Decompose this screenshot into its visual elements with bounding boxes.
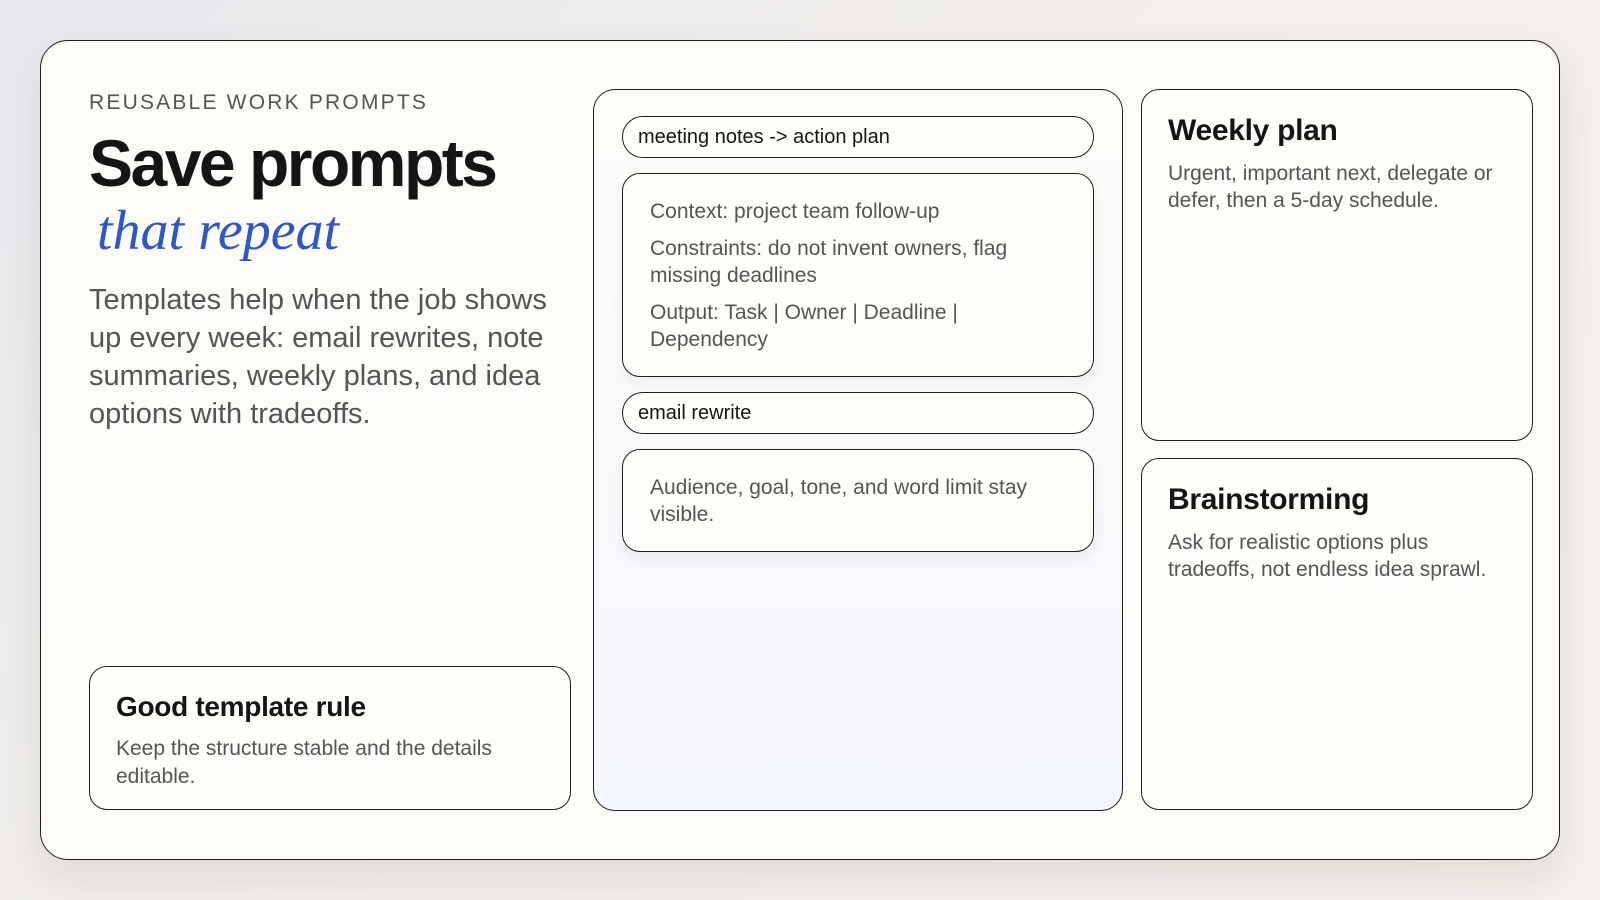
template-label-email-rewrite[interactable]: email rewrite	[622, 392, 1094, 434]
slide-frame: REUSABLE WORK PROMPTS Save prompts that …	[40, 40, 1560, 860]
weekly-plan-body: Urgent, important next, delegate or defe…	[1168, 162, 1493, 212]
good-template-rule-card: Good template rule Keep the structure st…	[89, 666, 571, 810]
template-line-audience: Audience, goal, tone, and word limit sta…	[650, 476, 1028, 526]
template-body-meeting-notes[interactable]: Context: project team follow-up Constrai…	[622, 173, 1094, 377]
eyebrow-label: REUSABLE WORK PROMPTS	[89, 91, 429, 114]
rule-card-body: Keep the structure stable and the detail…	[116, 737, 492, 788]
template-label-meeting-notes[interactable]: meeting notes -> action plan	[622, 116, 1094, 158]
brainstorming-title: Brainstorming	[1168, 483, 1370, 516]
template-body-email-rewrite[interactable]: Audience, goal, tone, and word limit sta…	[622, 449, 1094, 552]
template-line-output: Output: Task | Owner | Deadline | Depend…	[650, 301, 958, 351]
brainstorming-card: Brainstorming Ask for realistic options …	[1141, 458, 1533, 810]
templates-panel: meeting notes -> action plan Context: pr…	[593, 89, 1123, 811]
lead-paragraph: Templates help when the job shows up eve…	[89, 284, 547, 431]
template-line-context: Context: project team follow-up	[650, 200, 940, 223]
intro-section: REUSABLE WORK PROMPTS Save prompts that …	[89, 89, 569, 433]
template-line-constraints: Constraints: do not invent owners, flag …	[650, 237, 1008, 287]
weekly-plan-title: Weekly plan	[1168, 114, 1338, 147]
page-title-accent: that repeat	[97, 200, 340, 263]
rule-card-title: Good template rule	[116, 691, 366, 722]
weekly-plan-card: Weekly plan Urgent, important next, dele…	[1141, 89, 1533, 441]
page-title: Save prompts	[89, 126, 498, 200]
brainstorming-body: Ask for realistic options plus tradeoffs…	[1168, 531, 1487, 581]
